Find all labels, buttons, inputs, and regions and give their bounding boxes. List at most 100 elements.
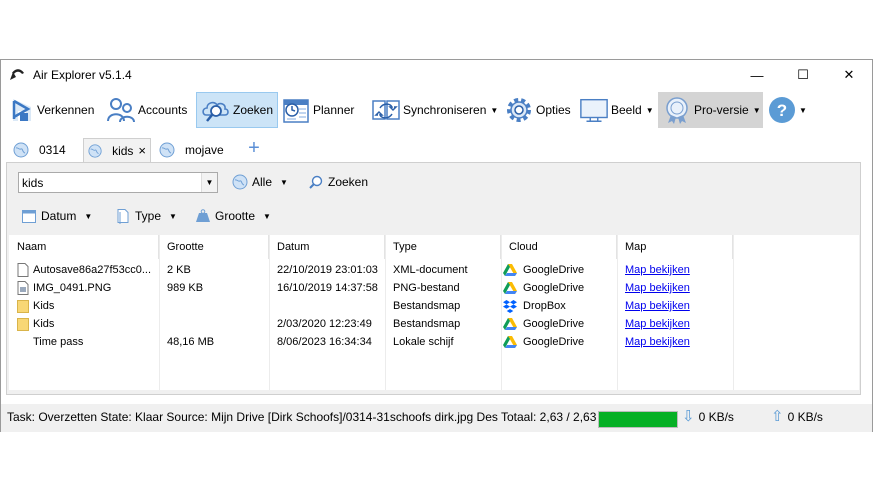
air-explorer-logo-icon: [10, 69, 24, 80]
accounts-icon: [106, 95, 136, 125]
google-drive-icon: [503, 317, 517, 330]
transfer-progress-bar: [598, 411, 678, 428]
download-speed-value: 0 KB/s: [698, 410, 734, 424]
view-folder-link[interactable]: Map bekijken: [625, 264, 690, 276]
verkennen-button[interactable]: Verkennen: [5, 92, 98, 128]
column-header-map[interactable]: Map: [617, 235, 733, 259]
main-toolbar: Verkennen Accounts Zoeken Planner Synchr…: [1, 90, 872, 130]
cloud-name: GoogleDrive: [523, 318, 585, 330]
tab-bar: 0314 kids × mojave: [1, 136, 872, 162]
document-icon: [117, 209, 129, 224]
map-link[interactable]: Map bekijken: [625, 333, 690, 351]
explorer-icon: [9, 95, 35, 125]
beeld-button[interactable]: Beeld ▼: [575, 92, 658, 128]
column-header-cloud[interactable]: Cloud: [501, 235, 617, 259]
column-divider: [617, 235, 618, 390]
search-input[interactable]: kids ▼: [18, 172, 218, 193]
view-folder-link[interactable]: Map bekijken: [625, 318, 690, 330]
synchroniseren-button[interactable]: Synchroniseren ▼: [367, 92, 502, 128]
search-history-dropdown-icon[interactable]: ▼: [201, 173, 217, 192]
map-link[interactable]: Map bekijken: [625, 279, 690, 297]
scope-dropdown-icon: ▼: [280, 177, 288, 187]
accounts-label: Accounts: [138, 103, 188, 117]
type-dropdown-icon: ▼: [169, 211, 177, 221]
column-header-datum[interactable]: Datum: [269, 235, 385, 259]
view-folder-link[interactable]: Map bekijken: [625, 282, 690, 294]
add-tab-button[interactable]: +: [245, 138, 263, 158]
table-row-name[interactable]: Kids: [17, 297, 157, 315]
upload-arrow-icon: ⇧: [771, 408, 784, 425]
zoeken-button[interactable]: Zoeken: [196, 92, 279, 128]
file-cloud: GoogleDrive: [503, 261, 584, 279]
opties-button[interactable]: Opties: [500, 92, 575, 128]
weight-icon: [196, 209, 210, 222]
type-filter-label: Type: [135, 209, 162, 223]
calendar-icon: [22, 210, 36, 223]
view-folder-link[interactable]: Map bekijken: [625, 336, 690, 348]
file-cloud: GoogleDrive: [503, 333, 584, 351]
cloud-name: DropBox: [523, 300, 566, 312]
column-header-grootte[interactable]: Grootte: [159, 235, 269, 259]
file-name: Kids: [33, 318, 55, 330]
pro-versie-dropdown-icon: ▼: [752, 105, 761, 115]
status-bar: Task: Overzetten State: Klaar Source: Mi…: [1, 404, 872, 432]
opties-label: Opties: [536, 103, 571, 117]
search-button[interactable]: Zoeken: [308, 172, 368, 192]
planner-button[interactable]: Planner: [277, 92, 358, 128]
svg-text:?: ?: [777, 101, 787, 120]
tab-mojave[interactable]: mojave: [155, 138, 228, 162]
pro-versie-button[interactable]: Pro-versie ▼: [658, 92, 763, 128]
column-divider: [385, 235, 386, 390]
datum-dropdown-icon: ▼: [84, 211, 93, 221]
map-link[interactable]: Map bekijken: [625, 315, 690, 333]
help-button[interactable]: ? ▼: [763, 92, 811, 128]
beeld-dropdown-icon: ▼: [645, 105, 654, 115]
tab-label: kids: [112, 143, 134, 158]
synchroniseren-dropdown-icon: ▼: [490, 105, 499, 115]
table-row-name[interactable]: Time pass: [17, 333, 157, 351]
table-row-name[interactable]: Autosave86a27f53cc0...: [17, 261, 157, 279]
accounts-button[interactable]: Accounts: [102, 92, 191, 128]
close-tab-icon[interactable]: ×: [138, 143, 146, 158]
file-cloud: GoogleDrive: [503, 279, 584, 297]
map-link[interactable]: Map bekijken: [625, 297, 690, 315]
maximize-button[interactable]: ☐: [780, 60, 826, 90]
cloud-name: GoogleDrive: [523, 282, 585, 294]
datum-filter[interactable]: Datum ▼: [21, 206, 92, 226]
file-name: Autosave86a27f53cc0...: [33, 264, 152, 276]
table-row-name[interactable]: IMG_0491.PNG: [17, 279, 157, 297]
beeld-label: Beeld: [611, 103, 642, 117]
search-icon: [309, 175, 323, 189]
view-folder-link[interactable]: Map bekijken: [625, 300, 690, 312]
type-filter[interactable]: Type ▼: [115, 206, 177, 226]
cloud-name: GoogleDrive: [523, 264, 585, 276]
verkennen-label: Verkennen: [37, 103, 95, 117]
tab-label: 0314: [39, 143, 66, 157]
file-date: 16/10/2019 14:37:58: [277, 282, 378, 294]
folder-icon: [17, 300, 29, 313]
table-row-name[interactable]: Kids: [17, 315, 157, 333]
column-header-naam[interactable]: Naam: [9, 235, 159, 259]
map-link[interactable]: Map bekijken: [625, 261, 690, 279]
tab-kids[interactable]: kids ×: [83, 138, 151, 162]
air-explorer-window: Air Explorer v5.1.4 — ☐ ✕ Verkennen Acco…: [0, 59, 873, 432]
grootte-filter[interactable]: Grootte ▼: [195, 206, 271, 226]
tab-label: mojave: [185, 143, 224, 157]
grootte-dropdown-icon: ▼: [263, 211, 271, 221]
planner-label: Planner: [313, 103, 355, 117]
globe-icon: [159, 142, 175, 158]
scope-selector[interactable]: Alle ▼: [232, 172, 288, 192]
close-window-button[interactable]: ✕: [826, 60, 872, 90]
file-date: 8/06/2023 16:34:34: [277, 336, 372, 348]
xml-file-icon: [17, 263, 29, 277]
local-drive-icon: [17, 335, 29, 349]
download-arrow-icon: ⇩: [682, 408, 695, 425]
tab-0314[interactable]: 0314: [9, 138, 70, 162]
zoeken-label: Zoeken: [233, 103, 274, 117]
minimize-button[interactable]: —: [734, 60, 780, 90]
cloud-name: GoogleDrive: [523, 336, 585, 348]
google-drive-icon: [503, 335, 517, 348]
help-dropdown-icon: ▼: [799, 105, 807, 115]
datum-filter-label: Datum: [41, 209, 77, 223]
column-header-type[interactable]: Type: [385, 235, 501, 259]
